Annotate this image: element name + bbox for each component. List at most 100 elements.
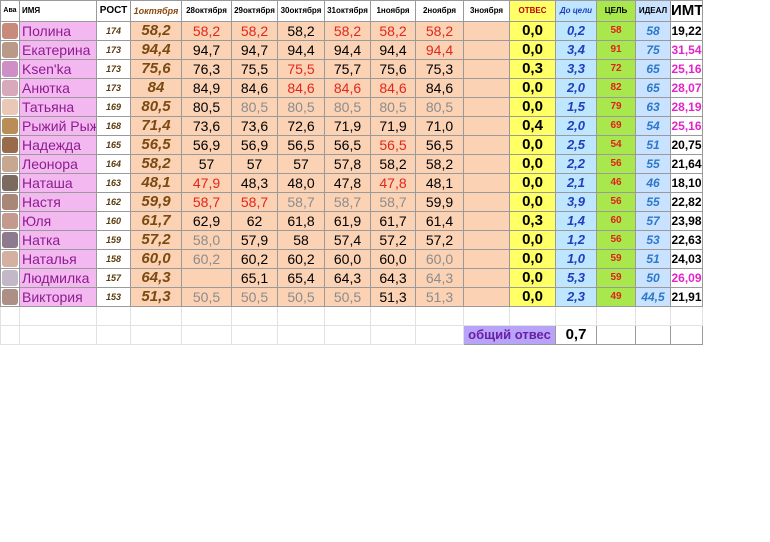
loss-cell[interactable]: 0,0 bbox=[509, 135, 556, 155]
empty-cell[interactable] bbox=[509, 306, 556, 326]
weight-cell[interactable]: 84,6 bbox=[370, 78, 416, 98]
name-cell[interactable]: Людмилка bbox=[19, 268, 97, 288]
weight-cell[interactable]: 58,7 bbox=[277, 192, 325, 212]
empty-cell[interactable] bbox=[324, 306, 371, 326]
empty-cell[interactable] bbox=[324, 325, 371, 345]
weight-cell[interactable]: 84,9 bbox=[181, 78, 232, 98]
start-weight-cell[interactable]: 60,0 bbox=[130, 249, 182, 269]
weight-cell[interactable]: 58,7 bbox=[181, 192, 232, 212]
to-goal-cell[interactable]: 0,2 bbox=[555, 21, 597, 41]
empty-cell[interactable] bbox=[370, 306, 416, 326]
empty-cell[interactable] bbox=[0, 306, 20, 326]
bmi-cell[interactable]: 28,07 bbox=[670, 78, 703, 98]
name-cell[interactable]: Леонора bbox=[19, 154, 97, 174]
weight-cell[interactable]: 71,0 bbox=[415, 116, 464, 136]
ideal-cell[interactable]: 58 bbox=[635, 21, 671, 41]
avatar-cell[interactable] bbox=[0, 21, 20, 41]
avatar-cell[interactable] bbox=[0, 97, 20, 117]
weight-cell[interactable]: 50,5 bbox=[181, 287, 232, 307]
goal-cell[interactable]: 82 bbox=[596, 78, 636, 98]
loss-cell[interactable]: 0,0 bbox=[509, 173, 556, 193]
weight-cell[interactable]: 58,2 bbox=[370, 154, 416, 174]
to-goal-cell[interactable]: 3,9 bbox=[555, 192, 597, 212]
start-weight-cell[interactable]: 84 bbox=[130, 78, 182, 98]
header-do-celi[interactable]: До цели bbox=[555, 0, 597, 22]
header-cel[interactable]: ЦЕЛЬ bbox=[596, 0, 636, 22]
weight-cell[interactable]: 47,8 bbox=[324, 173, 371, 193]
header-imt[interactable]: ИМТ bbox=[670, 0, 703, 22]
weight-cell[interactable]: 76,3 bbox=[181, 59, 232, 79]
weight-cell[interactable]: 58,2 bbox=[415, 21, 464, 41]
weight-cell[interactable]: 58,2 bbox=[415, 154, 464, 174]
empty-cell[interactable] bbox=[463, 306, 510, 326]
weight-cell[interactable] bbox=[463, 59, 510, 79]
weight-cell[interactable]: 73,6 bbox=[181, 116, 232, 136]
start-weight-cell[interactable]: 75,6 bbox=[130, 59, 182, 79]
to-goal-cell[interactable]: 2,0 bbox=[555, 116, 597, 136]
avatar-cell[interactable] bbox=[0, 230, 20, 250]
weight-cell[interactable]: 60,2 bbox=[231, 249, 278, 269]
name-cell[interactable]: Полина bbox=[19, 21, 97, 41]
ideal-cell[interactable]: 65 bbox=[635, 59, 671, 79]
weight-cell[interactable]: 57,8 bbox=[324, 154, 371, 174]
empty-cell[interactable] bbox=[596, 325, 636, 345]
weight-cell[interactable]: 56,9 bbox=[181, 135, 232, 155]
to-goal-cell[interactable]: 2,2 bbox=[555, 154, 597, 174]
goal-cell[interactable]: 56 bbox=[596, 154, 636, 174]
weight-cell[interactable]: 94,4 bbox=[324, 40, 371, 60]
avatar-cell[interactable] bbox=[0, 78, 20, 98]
weight-cell[interactable]: 75,5 bbox=[231, 59, 278, 79]
weight-cell[interactable]: 58,7 bbox=[324, 192, 371, 212]
weight-cell[interactable]: 72,6 bbox=[277, 116, 325, 136]
loss-cell[interactable]: 0,3 bbox=[509, 59, 556, 79]
weight-cell[interactable]: 80,5 bbox=[277, 97, 325, 117]
empty-cell[interactable] bbox=[96, 306, 131, 326]
empty-cell[interactable] bbox=[415, 306, 464, 326]
bmi-cell[interactable]: 21,91 bbox=[670, 287, 703, 307]
height-cell[interactable]: 163 bbox=[96, 173, 131, 193]
ideal-cell[interactable]: 75 bbox=[635, 40, 671, 60]
loss-cell[interactable]: 0,3 bbox=[509, 211, 556, 231]
weight-cell[interactable]: 47,9 bbox=[181, 173, 232, 193]
loss-cell[interactable]: 0,0 bbox=[509, 21, 556, 41]
weight-cell[interactable]: 56,5 bbox=[415, 135, 464, 155]
weight-cell[interactable]: 56,9 bbox=[231, 135, 278, 155]
to-goal-cell[interactable]: 3,3 bbox=[555, 59, 597, 79]
height-cell[interactable]: 162 bbox=[96, 192, 131, 212]
weight-cell[interactable]: 84,6 bbox=[324, 78, 371, 98]
avatar-cell[interactable] bbox=[0, 154, 20, 174]
start-weight-cell[interactable]: 61,7 bbox=[130, 211, 182, 231]
weight-cell[interactable]: 94,7 bbox=[181, 40, 232, 60]
weight-cell[interactable]: 58,7 bbox=[370, 192, 416, 212]
loss-cell[interactable]: 0,0 bbox=[509, 268, 556, 288]
weight-cell[interactable] bbox=[463, 78, 510, 98]
empty-cell[interactable] bbox=[596, 306, 636, 326]
goal-cell[interactable]: 72 bbox=[596, 59, 636, 79]
loss-cell[interactable]: 0,0 bbox=[509, 78, 556, 98]
weight-cell[interactable]: 94,4 bbox=[277, 40, 325, 60]
weight-cell[interactable] bbox=[463, 21, 510, 41]
weight-cell[interactable]: 94,7 bbox=[231, 40, 278, 60]
goal-cell[interactable]: 59 bbox=[596, 268, 636, 288]
weight-cell[interactable]: 48,3 bbox=[231, 173, 278, 193]
weight-cell[interactable]: 75,6 bbox=[370, 59, 416, 79]
goal-cell[interactable]: 91 bbox=[596, 40, 636, 60]
weight-cell[interactable]: 51,3 bbox=[370, 287, 416, 307]
weight-cell[interactable]: 94,4 bbox=[370, 40, 416, 60]
bmi-cell[interactable]: 28,19 bbox=[670, 97, 703, 117]
to-goal-cell[interactable]: 1,5 bbox=[555, 97, 597, 117]
avatar-cell[interactable] bbox=[0, 287, 20, 307]
header-name[interactable]: ИМЯ bbox=[19, 0, 97, 22]
weight-cell[interactable]: 65,1 bbox=[231, 268, 278, 288]
empty-cell[interactable] bbox=[277, 325, 325, 345]
weight-cell[interactable] bbox=[463, 97, 510, 117]
weight-cell[interactable]: 59,9 bbox=[415, 192, 464, 212]
bmi-cell[interactable]: 22,82 bbox=[670, 192, 703, 212]
to-goal-cell[interactable]: 2,0 bbox=[555, 78, 597, 98]
empty-cell[interactable] bbox=[370, 325, 416, 345]
name-cell[interactable]: Наташа bbox=[19, 173, 97, 193]
weight-cell[interactable]: 57 bbox=[181, 154, 232, 174]
height-cell[interactable]: 160 bbox=[96, 211, 131, 231]
weight-cell[interactable]: 64,3 bbox=[324, 268, 371, 288]
avatar-cell[interactable] bbox=[0, 192, 20, 212]
